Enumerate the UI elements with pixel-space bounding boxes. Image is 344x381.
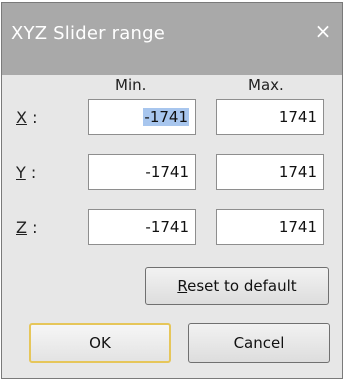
max-column-header: Max. <box>248 76 284 94</box>
z-axis-separator: : <box>32 218 38 237</box>
y-axis-letter: Y <box>16 163 26 182</box>
z-max-input[interactable]: 1741 <box>216 209 324 245</box>
x-min-value: -1741 <box>143 108 189 126</box>
window-title: XYZ Slider range <box>11 23 165 44</box>
z-axis-label: Z : <box>16 218 37 237</box>
x-min-input[interactable]: -1741 <box>88 99 196 135</box>
title-bar[interactable]: XYZ Slider range × <box>2 3 342 75</box>
x-axis-separator: : <box>32 108 38 127</box>
y-min-input[interactable]: -1741 <box>88 154 196 190</box>
reset-to-default-label: Reset to default <box>177 277 296 295</box>
cancel-label: Cancel <box>233 334 285 352</box>
reset-label-rest: eset to default <box>187 277 297 295</box>
z-max-value: 1741 <box>278 218 317 236</box>
y-axis-separator: : <box>30 163 37 182</box>
z-min-value: -1741 <box>145 218 189 236</box>
y-min-value: -1741 <box>145 163 189 181</box>
y-axis-label: Y : <box>16 163 36 182</box>
x-max-value: 1741 <box>278 108 317 126</box>
reset-mnemonic: R <box>177 277 188 295</box>
reset-to-default-button[interactable]: Reset to default <box>145 267 329 305</box>
x-max-input[interactable]: 1741 <box>216 99 324 135</box>
z-min-input[interactable]: -1741 <box>88 209 196 245</box>
y-max-input[interactable]: 1741 <box>216 154 324 190</box>
ok-label: OK <box>89 334 111 352</box>
ok-button[interactable]: OK <box>29 323 171 363</box>
y-max-value: 1741 <box>278 163 317 181</box>
min-column-header: Min. <box>115 76 147 94</box>
cancel-button[interactable]: Cancel <box>188 323 330 363</box>
slider-range-dialog: XYZ Slider range × Min. Max. X : -1741 1… <box>1 2 343 379</box>
close-icon[interactable]: × <box>311 19 335 43</box>
z-axis-letter: Z <box>16 218 27 237</box>
x-axis-label: X : <box>16 108 37 127</box>
x-axis-letter: X <box>16 108 27 127</box>
